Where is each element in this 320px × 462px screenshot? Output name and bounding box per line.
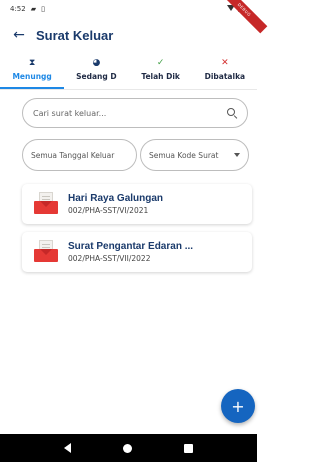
back-arrow-icon[interactable]: ← bbox=[0, 18, 32, 52]
tab-label: Menungg bbox=[12, 72, 52, 81]
system-nav-bar bbox=[0, 434, 257, 462]
sim-icon: ▯ bbox=[41, 5, 45, 13]
nav-home-icon[interactable] bbox=[123, 443, 132, 453]
tab-menunggu[interactable]: ⧗ Menungg bbox=[0, 52, 65, 89]
status-time: 4:52 bbox=[10, 5, 26, 13]
letter-number: 002/PHA-SST/VI/2021 bbox=[68, 206, 149, 215]
tab-sedang-diproses[interactable]: ◕ Sedang D bbox=[64, 52, 128, 89]
app-bar: ← Surat Keluar bbox=[0, 18, 257, 52]
caret-down-icon bbox=[234, 153, 240, 157]
date-filter-label: Semua Tanggal Keluar bbox=[31, 150, 115, 160]
search-icon[interactable] bbox=[227, 108, 238, 119]
letter-card[interactable]: Surat Pengantar Edaran ... 002/PHA-SST/V… bbox=[22, 232, 252, 272]
check-icon: ✓ bbox=[156, 58, 165, 68]
search-input[interactable] bbox=[33, 108, 227, 118]
code-filter-label: Semua Kode Surat bbox=[149, 150, 219, 160]
status-tabs: ⧗ Menungg ◕ Sedang D ✓ Telah Dik ✕ Dibat… bbox=[0, 52, 257, 90]
nav-back-icon[interactable] bbox=[64, 443, 71, 453]
page-title: Surat Keluar bbox=[36, 27, 114, 43]
date-filter-button[interactable]: Semua Tanggal Keluar bbox=[22, 139, 137, 171]
letter-number: 002/PHA-SST/VII/2022 bbox=[68, 254, 151, 263]
code-filter-dropdown[interactable]: Semua Kode Surat bbox=[140, 139, 249, 171]
hourglass-icon: ⧗ bbox=[28, 58, 36, 68]
letter-title: Hari Raya Galungan bbox=[68, 193, 164, 204]
sd-card-icon: ▰ bbox=[30, 5, 37, 13]
search-box bbox=[22, 98, 248, 128]
tab-label: Sedang D bbox=[76, 72, 117, 81]
clock-icon: ◕ bbox=[92, 58, 101, 68]
tab-label: Dibatalka bbox=[204, 72, 246, 81]
letter-title: Surat Pengantar Edaran ... bbox=[68, 241, 194, 252]
envelope-icon bbox=[34, 240, 58, 262]
tab-telah-dikirim[interactable]: ✓ Telah Dik bbox=[129, 52, 193, 89]
close-icon: ✕ bbox=[221, 58, 229, 68]
envelope-icon bbox=[34, 192, 58, 214]
tab-label: Telah Dik bbox=[141, 72, 180, 81]
nav-recents-icon[interactable] bbox=[184, 443, 193, 453]
status-bar: 4:52 ▰ ▯ bbox=[0, 0, 257, 18]
tab-dibatalkan[interactable]: ✕ Dibatalka bbox=[193, 52, 257, 89]
letter-card[interactable]: Hari Raya Galungan 002/PHA-SST/VI/2021 bbox=[22, 184, 252, 224]
add-letter-button[interactable]: + bbox=[221, 389, 255, 423]
